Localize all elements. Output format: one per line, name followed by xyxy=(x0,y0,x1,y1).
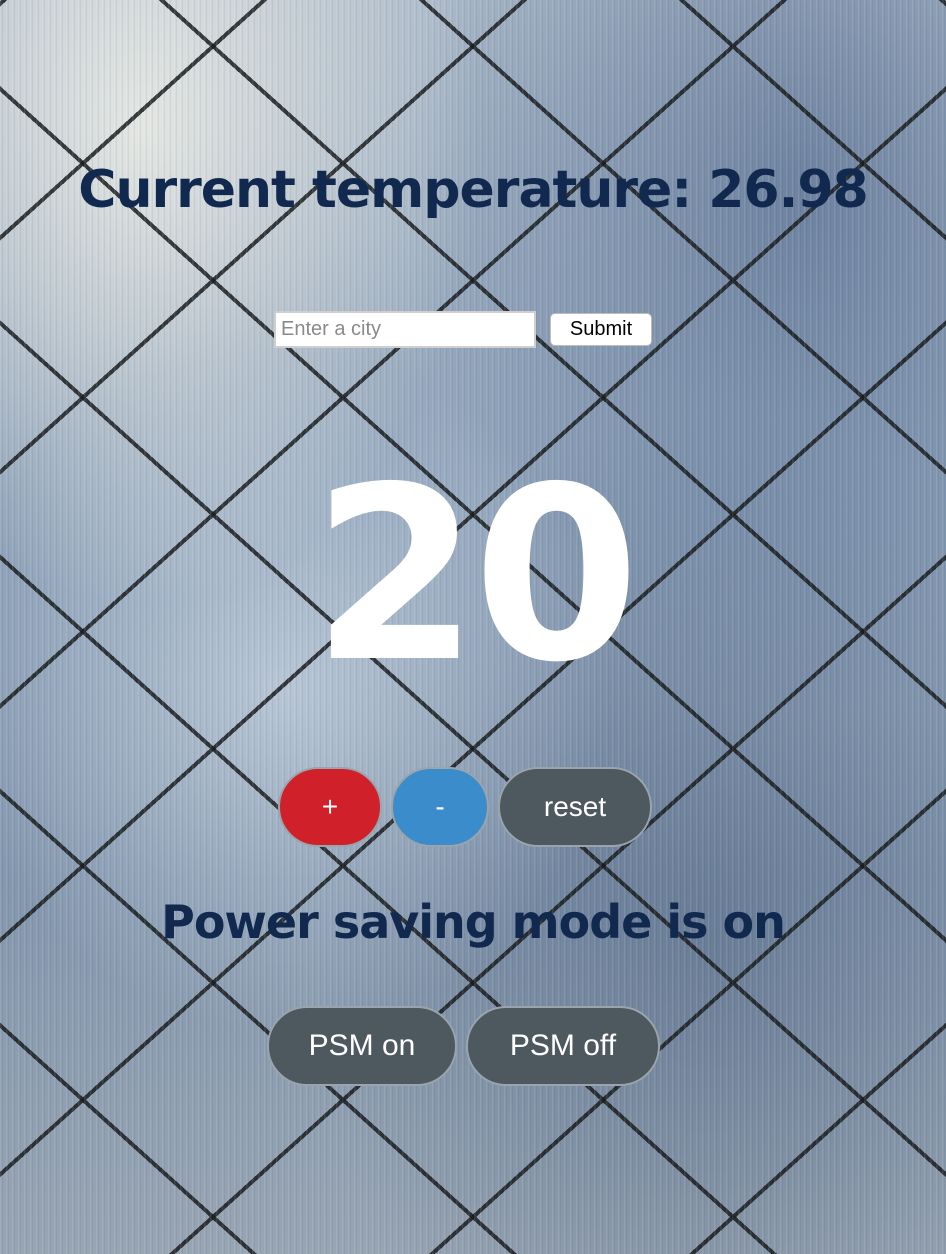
city-form: Submit xyxy=(274,311,652,348)
decrease-temperature-button[interactable]: - xyxy=(391,767,489,847)
city-input[interactable] xyxy=(274,311,536,348)
psm-on-button[interactable]: PSM on xyxy=(267,1006,457,1086)
current-temperature-heading: Current temperature: 26.98 xyxy=(78,160,868,220)
power-saving-controls: PSM on PSM off xyxy=(267,1006,660,1086)
temperature-controls: + - reset xyxy=(278,767,652,847)
increase-temperature-button[interactable]: + xyxy=(278,767,382,847)
thermostat-temperature: 20 xyxy=(312,435,640,715)
reset-button[interactable]: reset xyxy=(498,767,652,847)
power-saving-status: Power saving mode is on xyxy=(161,895,786,949)
submit-button[interactable]: Submit xyxy=(550,313,652,346)
psm-off-button[interactable]: PSM off xyxy=(466,1006,660,1086)
